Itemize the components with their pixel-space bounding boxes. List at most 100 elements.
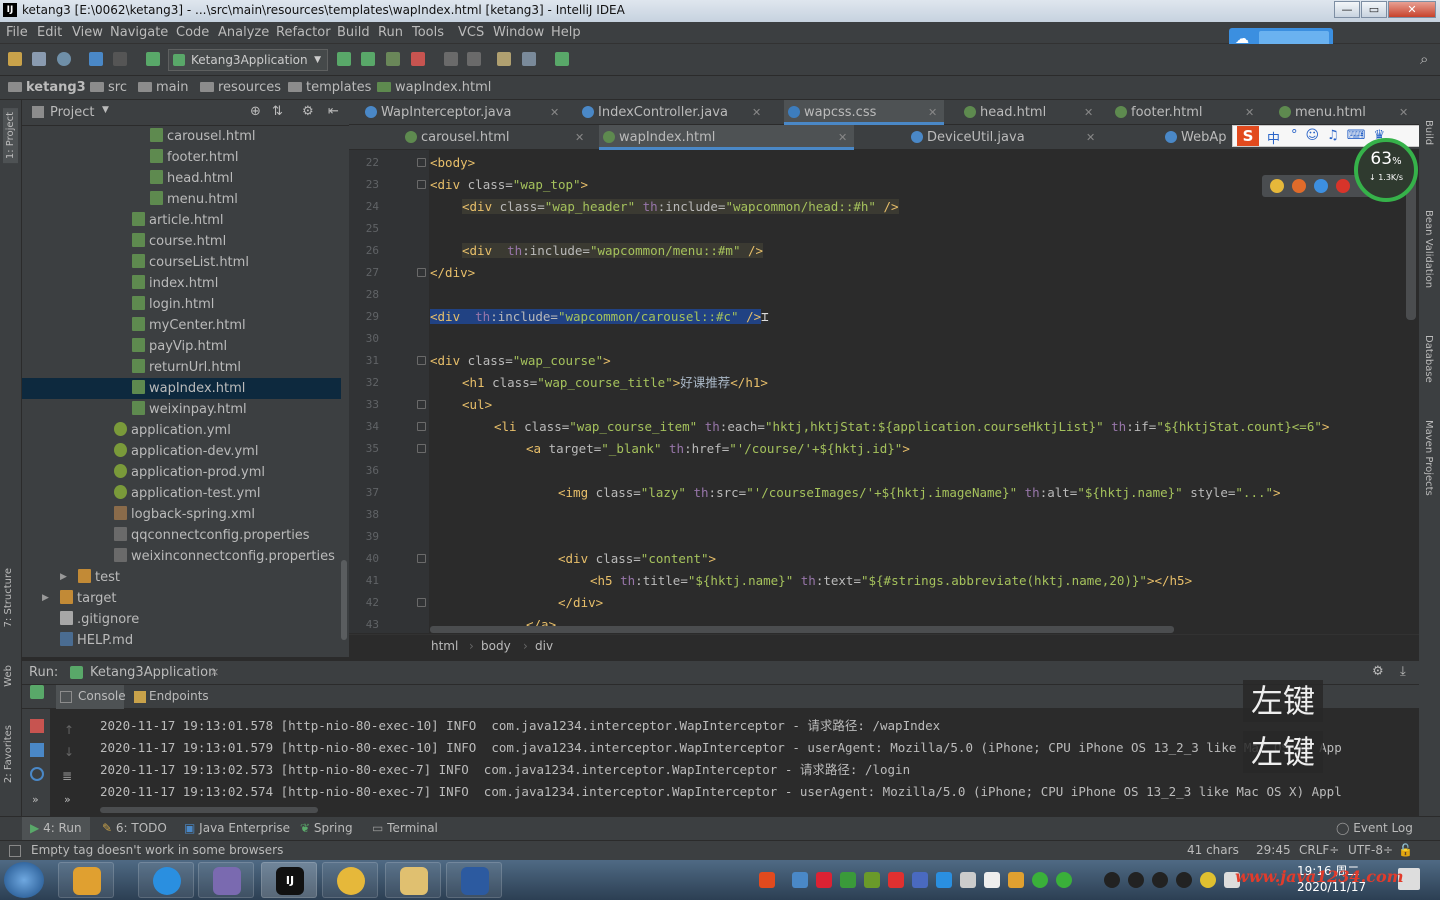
tool-tab-java-enterprise[interactable]: ▣ Java Enterprise xyxy=(184,821,290,835)
project-tree-item[interactable]: login.html xyxy=(22,294,341,315)
vcs-commit-icon[interactable] xyxy=(467,52,481,66)
bell-icon[interactable] xyxy=(984,872,1000,888)
crumb-resources[interactable]: resources xyxy=(200,80,281,95)
project-tree-item[interactable]: wapIndex.html xyxy=(22,378,341,399)
run-config-tab[interactable]: Ketang3Application xyxy=(90,665,216,680)
project-structure-icon[interactable] xyxy=(522,52,536,66)
taskbar-app-intellij[interactable]: IJ xyxy=(261,862,317,898)
close-window-button[interactable]: ✕ xyxy=(1388,1,1436,18)
crumb-file[interactable]: wapIndex.html xyxy=(377,80,491,95)
save-icon[interactable] xyxy=(32,52,46,66)
menu-file[interactable]: File xyxy=(6,25,28,40)
editor-tab[interactable]: WapInterceptor.java ✕ xyxy=(361,100,566,125)
fold-marker-icon[interactable] xyxy=(417,356,426,365)
build-icon[interactable] xyxy=(146,52,160,66)
editor-tab[interactable]: carousel.html ✕ xyxy=(401,125,591,150)
soft-wrap-icon[interactable]: ≣ xyxy=(62,769,72,783)
stop-icon[interactable] xyxy=(30,719,44,733)
taskbar-app-paint[interactable] xyxy=(58,862,114,898)
qq-icon[interactable] xyxy=(1128,872,1144,888)
fold-marker-icon[interactable] xyxy=(417,158,426,167)
fold-marker-icon[interactable] xyxy=(417,400,426,409)
menu-vcs[interactable]: VCS xyxy=(458,25,484,40)
project-tree-item[interactable]: HELP.md xyxy=(22,630,341,651)
opera-icon[interactable] xyxy=(1336,179,1350,193)
project-tree-item[interactable]: menu.html xyxy=(22,189,341,210)
project-tree-item[interactable]: returnUrl.html xyxy=(22,357,341,378)
editor-tab[interactable]: wapcss.css ✕ xyxy=(784,100,944,125)
code-line-32[interactable]: <h1 class="wap_course_title">好课推荐</h1> xyxy=(462,372,768,394)
project-tree-item[interactable]: carousel.html xyxy=(22,126,341,147)
down-arrow-icon[interactable]: ↓ xyxy=(64,745,74,759)
fold-marker-icon[interactable] xyxy=(417,180,426,189)
tool-tab-favorites[interactable]: 2: Favorites xyxy=(3,725,14,783)
project-scrollbar[interactable] xyxy=(341,560,347,640)
debug-icon[interactable] xyxy=(361,52,375,66)
up-arrow-icon[interactable]: ↑ xyxy=(64,723,74,737)
search-everywhere-icon[interactable]: ⌕ xyxy=(1420,50,1428,68)
tray-app-icon[interactable] xyxy=(960,872,976,888)
more-icon[interactable]: » xyxy=(64,793,71,806)
editor-tab[interactable]: IndexController.java ✕ xyxy=(578,100,768,125)
taskbar-app-editor[interactable] xyxy=(446,862,502,898)
qq-icon[interactable] xyxy=(1176,872,1192,888)
coverage-icon[interactable] xyxy=(386,52,400,66)
sync-icon[interactable] xyxy=(57,52,71,66)
firefox-icon[interactable] xyxy=(1292,179,1306,193)
project-tree-item[interactable]: index.html xyxy=(22,273,341,294)
back-arrow-icon[interactable] xyxy=(89,52,103,66)
code-line-37[interactable]: <img class="lazy" th:src="'/courseImages… xyxy=(558,482,1281,504)
project-tree-item[interactable]: application-test.yml xyxy=(22,483,341,504)
rerun-icon[interactable] xyxy=(337,52,351,66)
tray-app-icon[interactable] xyxy=(1200,872,1216,888)
tray-app-icon[interactable] xyxy=(792,872,808,888)
menu-window[interactable]: Window xyxy=(493,25,544,40)
chrome-icon[interactable] xyxy=(1270,179,1284,193)
close-tab-icon[interactable]: ✕ xyxy=(575,125,584,150)
project-tree-item[interactable]: qqconnectconfig.properties xyxy=(22,525,341,546)
minimize-button[interactable]: — xyxy=(1334,1,1360,18)
event-log-tab[interactable]: ◯ Event Log xyxy=(1336,821,1413,835)
close-tab-icon[interactable]: ✕ xyxy=(1399,100,1408,125)
menu-build[interactable]: Build xyxy=(337,25,370,40)
project-tree-item[interactable]: application.yml xyxy=(22,420,341,441)
safari-icon[interactable] xyxy=(1314,179,1328,193)
menu-refactor[interactable]: Refactor xyxy=(276,25,331,40)
editor-crumb-div[interactable]: div xyxy=(535,639,553,653)
menu-navigate[interactable]: Navigate xyxy=(110,25,168,40)
expand-arrow-icon[interactable]: ▶ xyxy=(60,567,67,588)
tool-tab-todo[interactable]: ✎ 6: TODO xyxy=(102,821,167,835)
crumb-src[interactable]: src xyxy=(90,80,127,95)
forward-arrow-icon[interactable] xyxy=(113,52,127,66)
lock-icon[interactable]: 🔓 xyxy=(1398,843,1413,857)
taskbar-app-eclipse[interactable] xyxy=(198,862,254,898)
chevron-down-icon[interactable]: ▼ xyxy=(102,105,109,115)
project-tree-item[interactable]: .gitignore xyxy=(22,609,341,630)
editor-horizontal-scrollbar[interactable] xyxy=(430,626,1174,633)
crumb-main[interactable]: main xyxy=(138,80,188,95)
code-line-33[interactable]: <ul> xyxy=(462,394,492,416)
project-tree-item[interactable]: head.html xyxy=(22,168,341,189)
crumb-project[interactable]: ketang3 xyxy=(8,80,86,95)
project-title[interactable]: Project xyxy=(50,105,94,120)
editor-crumb-html[interactable]: html xyxy=(431,639,458,653)
console-horizontal-scrollbar[interactable] xyxy=(100,807,318,813)
gear-icon[interactable]: ⚙ xyxy=(1372,664,1384,679)
tray-app-icon[interactable] xyxy=(912,872,928,888)
taskbar-app-chrome[interactable] xyxy=(322,862,378,898)
code-line-35[interactable]: <a target="_blank" th:href="'/course/'+$… xyxy=(526,438,910,460)
close-tab-icon[interactable]: ✕ xyxy=(1086,125,1095,150)
tray-app-icon[interactable] xyxy=(1008,872,1024,888)
wechat-icon[interactable] xyxy=(1032,872,1048,888)
hide-panel-icon[interactable]: ⇤ xyxy=(328,104,339,119)
qq-icon[interactable] xyxy=(1152,872,1168,888)
editor-tab[interactable]: footer.html ✕ xyxy=(1111,100,1261,125)
open-folder-icon[interactable] xyxy=(8,52,22,66)
line-separator[interactable]: CRLF÷ xyxy=(1299,843,1339,857)
code-line-29[interactable]: <div th:include="wapcommon/carousel::#c"… xyxy=(430,306,769,328)
vcs-update-icon[interactable] xyxy=(444,52,458,66)
tool-tab-database[interactable]: Database xyxy=(1423,335,1434,383)
settings-wrench-icon[interactable] xyxy=(497,52,511,66)
project-tree-item[interactable]: weixinpay.html xyxy=(22,399,341,420)
wechat-icon[interactable] xyxy=(1056,872,1072,888)
